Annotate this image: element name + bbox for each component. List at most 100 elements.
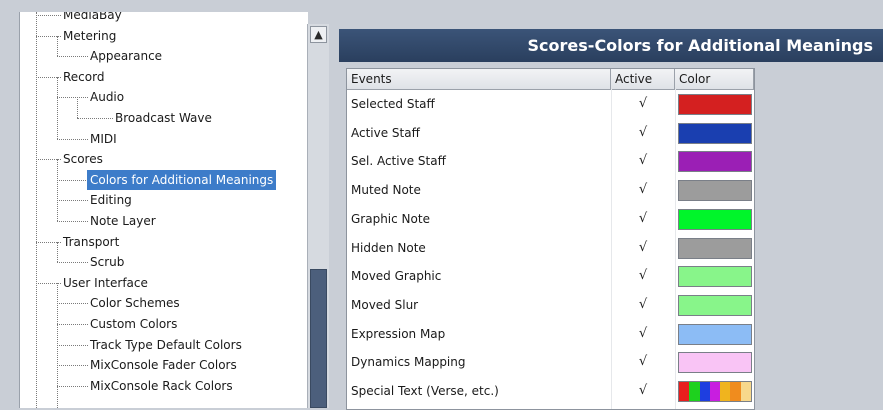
tree-connector xyxy=(57,138,88,140)
event-name: Moved Graphic xyxy=(351,269,442,284)
color-swatch[interactable] xyxy=(678,381,752,402)
tree-scrollbar[interactable]: ▲ xyxy=(307,24,329,408)
column-header-color[interactable]: Color xyxy=(675,69,754,89)
tree-item[interactable]: Scrub xyxy=(20,252,308,272)
table-row[interactable]: Muted Note √ xyxy=(347,176,754,205)
tree-item[interactable]: MixConsole Rack Colors xyxy=(20,376,308,396)
column-header-events[interactable]: Events xyxy=(347,69,611,89)
color-cell xyxy=(675,119,754,148)
tree-item[interactable]: Record xyxy=(20,67,308,87)
active-checkmark[interactable]: √ xyxy=(611,90,675,119)
tree-connector xyxy=(36,15,61,16)
color-cell xyxy=(675,262,754,291)
tree-item[interactable]: Transport xyxy=(20,232,308,252)
tree-item[interactable]: Track Type Default Colors xyxy=(20,335,308,355)
tree-connector xyxy=(57,385,88,387)
tree-item[interactable]: Broadcast Wave xyxy=(20,108,308,128)
scroll-up-button[interactable]: ▲ xyxy=(310,26,327,43)
active-checkmark[interactable]: √ xyxy=(611,119,675,148)
color-cell xyxy=(675,348,754,377)
color-stripe xyxy=(689,382,700,401)
tree-item[interactable]: MixConsole Fader Colors xyxy=(20,355,308,375)
tree-guide-line xyxy=(57,159,58,221)
tree-connector xyxy=(57,365,88,367)
tree-item[interactable]: Custom Colors xyxy=(20,314,308,334)
tree-connector xyxy=(57,179,88,181)
color-swatch[interactable] xyxy=(678,122,752,144)
active-checkmark[interactable]: √ xyxy=(611,262,675,291)
color-stripe xyxy=(709,382,721,401)
event-name: Expression Map xyxy=(351,326,446,341)
tree-guide-line xyxy=(57,76,58,139)
table-row[interactable]: Dynamics Mapping √ xyxy=(347,348,754,377)
tree-item-label: Transport xyxy=(63,234,120,249)
color-swatch[interactable] xyxy=(678,94,752,115)
active-checkmark[interactable]: √ xyxy=(611,205,675,234)
tree-guide-line xyxy=(57,282,58,408)
color-swatch[interactable] xyxy=(678,237,752,259)
active-checkmark[interactable]: √ xyxy=(611,176,675,205)
tree-item-label: MixConsole Fader Colors xyxy=(90,358,237,373)
color-swatch[interactable] xyxy=(678,208,752,230)
active-checkmark[interactable]: √ xyxy=(611,320,675,349)
active-checkmark[interactable]: √ xyxy=(611,377,675,406)
active-checkmark[interactable]: √ xyxy=(611,348,675,377)
table-row[interactable]: Special Text (Verse, etc.) √ xyxy=(347,377,754,406)
page-title: Scores-Colors for Additional Meanings xyxy=(527,36,873,55)
color-stripe xyxy=(730,382,741,401)
color-swatch[interactable] xyxy=(678,151,752,173)
preferences-tree: MediaBay Metering Appearance Record Audio Bro… xyxy=(19,12,308,408)
table-row[interactable]: Graphic Note √ xyxy=(347,205,754,234)
tree-item[interactable]: MIDI xyxy=(20,129,308,149)
colors-table: Events Active Color Selected Staff √ Activ… xyxy=(346,68,755,410)
settings-panel: Scores-Colors for Additional Meanings Ev… xyxy=(330,12,883,410)
table-row[interactable]: Active Staff √ xyxy=(347,119,754,148)
active-checkmark[interactable]: √ xyxy=(611,291,675,320)
scroll-thumb[interactable] xyxy=(310,269,327,408)
tree-item[interactable]: Editing xyxy=(20,190,308,210)
tree-item[interactable]: User Interface xyxy=(20,273,308,293)
tree-guide-line xyxy=(77,97,78,118)
active-checkmark[interactable]: √ xyxy=(611,147,675,176)
tree-item[interactable]: Note Layer xyxy=(20,211,308,231)
tree-item-label: MixConsole Rack Colors xyxy=(90,378,233,393)
table-header: Events Active Color xyxy=(347,69,754,90)
event-name: Sel. Active Staff xyxy=(351,154,446,169)
tree-item-selected[interactable]: Colors for Additional Meanings xyxy=(20,169,308,190)
tree-item-label: MIDI xyxy=(90,131,117,146)
tree-connector xyxy=(57,97,88,99)
color-swatch[interactable] xyxy=(678,352,752,374)
tree-item[interactable]: Color Schemes xyxy=(20,293,308,313)
tree-item[interactable]: Audio xyxy=(20,87,308,107)
tree-connector xyxy=(57,303,88,305)
event-name: Graphic Note xyxy=(351,211,430,226)
table-row[interactable]: Sel. Active Staff √ xyxy=(347,147,754,176)
event-name: Dynamics Mapping xyxy=(351,355,466,370)
page-header: Scores-Colors for Additional Meanings xyxy=(339,29,883,62)
active-checkmark[interactable]: √ xyxy=(611,234,675,263)
color-cell xyxy=(675,320,754,349)
table-row[interactable]: Hidden Note √ xyxy=(347,234,754,263)
tree-item[interactable]: MediaBay xyxy=(20,12,308,25)
color-swatch[interactable] xyxy=(678,294,752,316)
tree-item[interactable]: Scores xyxy=(20,149,308,169)
color-swatch[interactable] xyxy=(678,323,752,345)
tree-item-label: Appearance xyxy=(90,49,163,64)
tree-item[interactable]: Appearance xyxy=(20,46,308,66)
table-row[interactable]: Moved Slur √ xyxy=(347,291,754,320)
tree-item-label: User Interface xyxy=(63,275,148,290)
tree-guide-line xyxy=(57,35,58,57)
tree-item-label: Color Schemes xyxy=(90,296,180,311)
tree-item-label: MediaBay xyxy=(63,12,122,22)
table-row[interactable]: Selected Staff √ xyxy=(347,90,754,119)
table-row[interactable]: Moved Graphic √ xyxy=(347,262,754,291)
color-cell xyxy=(675,205,754,234)
table-row[interactable]: Expression Map √ xyxy=(347,320,754,349)
color-stripe xyxy=(740,382,751,401)
color-swatch[interactable] xyxy=(678,266,752,288)
column-header-active[interactable]: Active xyxy=(611,69,675,89)
tree-connector xyxy=(57,344,88,346)
color-swatch[interactable] xyxy=(678,180,752,202)
tree-item[interactable]: Metering xyxy=(20,26,308,46)
color-cell xyxy=(675,234,754,263)
